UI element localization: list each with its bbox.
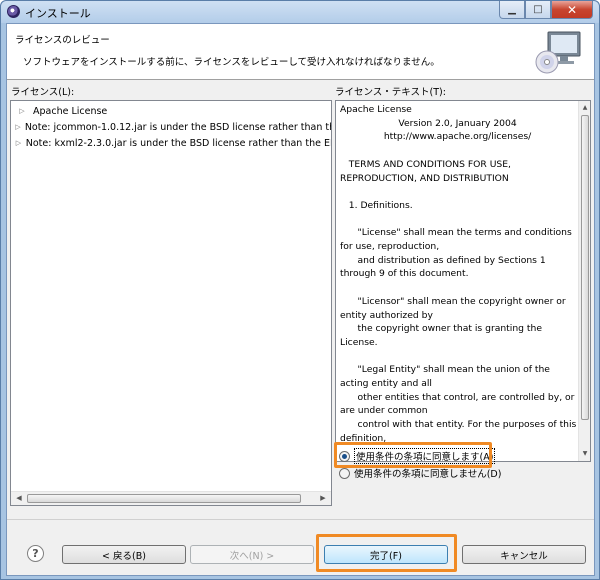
tree-item-label: Note: kxml2-2.3.0.jar is under the BSD l… bbox=[25, 137, 332, 149]
scroll-right-icon[interactable]: ▶ bbox=[316, 492, 330, 505]
license-text-area[interactable]: Apache License Version 2.0, January 2004… bbox=[335, 100, 591, 462]
scroll-thumb[interactable] bbox=[581, 115, 589, 420]
wizard-header: ライセンスのレビュー ソフトウェアをインストールする前に、ライセンスをレビューし… bbox=[7, 24, 594, 80]
tree-item-jcommon-note[interactable]: ▷ Note: jcommon-1.0.12.jar is under the … bbox=[11, 119, 332, 135]
horizontal-scrollbar[interactable]: ◀ ▶ bbox=[11, 491, 331, 505]
scroll-up-icon[interactable]: ▲ bbox=[579, 102, 590, 114]
dialog-client: ライセンスのレビュー ソフトウェアをインストールする前に、ライセンスをレビューし… bbox=[6, 23, 595, 576]
help-button[interactable]: ? bbox=[27, 545, 44, 562]
install-cd-monitor-icon bbox=[535, 31, 581, 74]
window-controls: ▁ □ ✕ bbox=[499, 1, 593, 19]
accept-radio[interactable] bbox=[339, 450, 350, 462]
expand-arrow-icon[interactable]: ▷ bbox=[15, 123, 21, 131]
tree-item-kxml2-note[interactable]: ▷ Note: kxml2-2.3.0.jar is under the BSD… bbox=[11, 135, 332, 151]
page-description: ソフトウェアをインストールする前に、ライセンスをレビューして受け入れなければなり… bbox=[23, 57, 440, 68]
scroll-left-icon[interactable]: ◀ bbox=[12, 492, 26, 505]
tree-item-apache-license[interactable]: ▷ Apache License bbox=[11, 103, 331, 119]
window-title: インストール bbox=[25, 7, 91, 20]
button-separator bbox=[7, 519, 594, 520]
accept-label: 使用条件の条項に同意します(A) bbox=[354, 448, 496, 464]
maximize-button[interactable]: □ bbox=[525, 1, 551, 19]
finish-button[interactable]: 完了(F) bbox=[324, 545, 448, 564]
licenses-label: ライセンス(L): bbox=[11, 87, 75, 98]
cancel-button[interactable]: キャンセル bbox=[462, 545, 586, 564]
back-button[interactable]: < 戻る(B) bbox=[62, 545, 186, 564]
license-tree[interactable]: ▷ Apache License ▷ Note: jcommon-1.0.12.… bbox=[10, 100, 332, 506]
scroll-thumb[interactable] bbox=[27, 494, 301, 503]
help-icon: ? bbox=[32, 547, 39, 560]
decline-radio-option[interactable]: 使用条件の条項に同意しません(D) bbox=[339, 465, 501, 481]
license-text-content: Apache License Version 2.0, January 2004… bbox=[340, 104, 577, 444]
eclipse-icon bbox=[7, 5, 20, 18]
expand-arrow-icon[interactable]: ▷ bbox=[15, 107, 29, 115]
next-button[interactable]: 次へ(N) > bbox=[190, 545, 314, 564]
vertical-scrollbar[interactable]: ▲ ▼ bbox=[578, 101, 590, 461]
decline-label: 使用条件の条項に同意しません(D) bbox=[354, 469, 502, 480]
install-window: インストール ▁ □ ✕ ライセンスのレビュー ソフトウェアをインストールする前… bbox=[0, 0, 600, 580]
license-text-label: ライセンス・テキスト(T): bbox=[335, 87, 446, 98]
minimize-button[interactable]: ▁ bbox=[499, 1, 525, 19]
tree-item-label: Apache License bbox=[33, 105, 108, 117]
decline-radio[interactable] bbox=[339, 467, 350, 479]
close-icon: ✕ bbox=[566, 2, 578, 17]
close-button[interactable]: ✕ bbox=[551, 1, 593, 19]
title-bar[interactable]: インストール ▁ □ ✕ bbox=[1, 1, 599, 23]
page-title: ライセンスのレビュー bbox=[15, 35, 110, 46]
maximize-icon: □ bbox=[533, 4, 543, 15]
accept-radio-option[interactable]: 使用条件の条項に同意します(A) bbox=[339, 448, 496, 464]
tree-item-label: Note: jcommon-1.0.12.jar is under the BS… bbox=[24, 121, 332, 133]
expand-arrow-icon[interactable]: ▷ bbox=[15, 139, 22, 147]
radio-selected-dot bbox=[342, 453, 347, 459]
scroll-down-icon[interactable]: ▼ bbox=[579, 448, 590, 460]
minimize-icon: ▁ bbox=[508, 4, 516, 15]
